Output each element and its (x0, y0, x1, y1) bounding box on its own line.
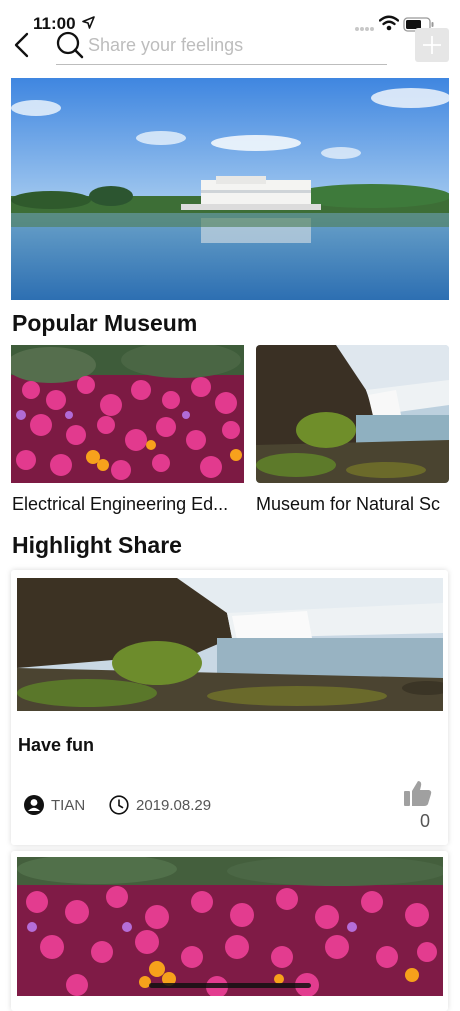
share-post-image[interactable] (17, 857, 443, 996)
clock-icon (109, 795, 129, 815)
post-author: TIAN (51, 797, 86, 814)
museum-card-label[interactable]: Museum for Natural Sc (256, 494, 460, 515)
hero-banner-image[interactable] (11, 78, 449, 300)
museum-card-image[interactable] (256, 345, 449, 483)
share-post-title[interactable]: Have fun (18, 735, 94, 756)
location-arrow-icon (82, 16, 95, 29)
museum-card-label[interactable]: Electrical Engineering Ed... (12, 494, 245, 515)
add-button[interactable] (415, 28, 449, 62)
wifi-icon (379, 15, 399, 31)
user-icon (24, 795, 44, 815)
highlight-share-title: Highlight Share (12, 532, 182, 558)
thumbs-up-icon[interactable] (403, 780, 433, 807)
add-icon (423, 36, 441, 54)
post-date: 2019.08.29 (136, 797, 212, 814)
search-input[interactable] (88, 32, 378, 58)
popular-museum-title: Popular Museum (12, 310, 198, 336)
like-count: 0 (420, 811, 431, 831)
share-post-image[interactable] (17, 578, 443, 711)
museum-card-image[interactable] (11, 345, 244, 483)
search-icon (56, 31, 84, 59)
back-icon[interactable] (12, 32, 32, 58)
search-underline (56, 64, 387, 65)
home-indicator (149, 983, 311, 988)
